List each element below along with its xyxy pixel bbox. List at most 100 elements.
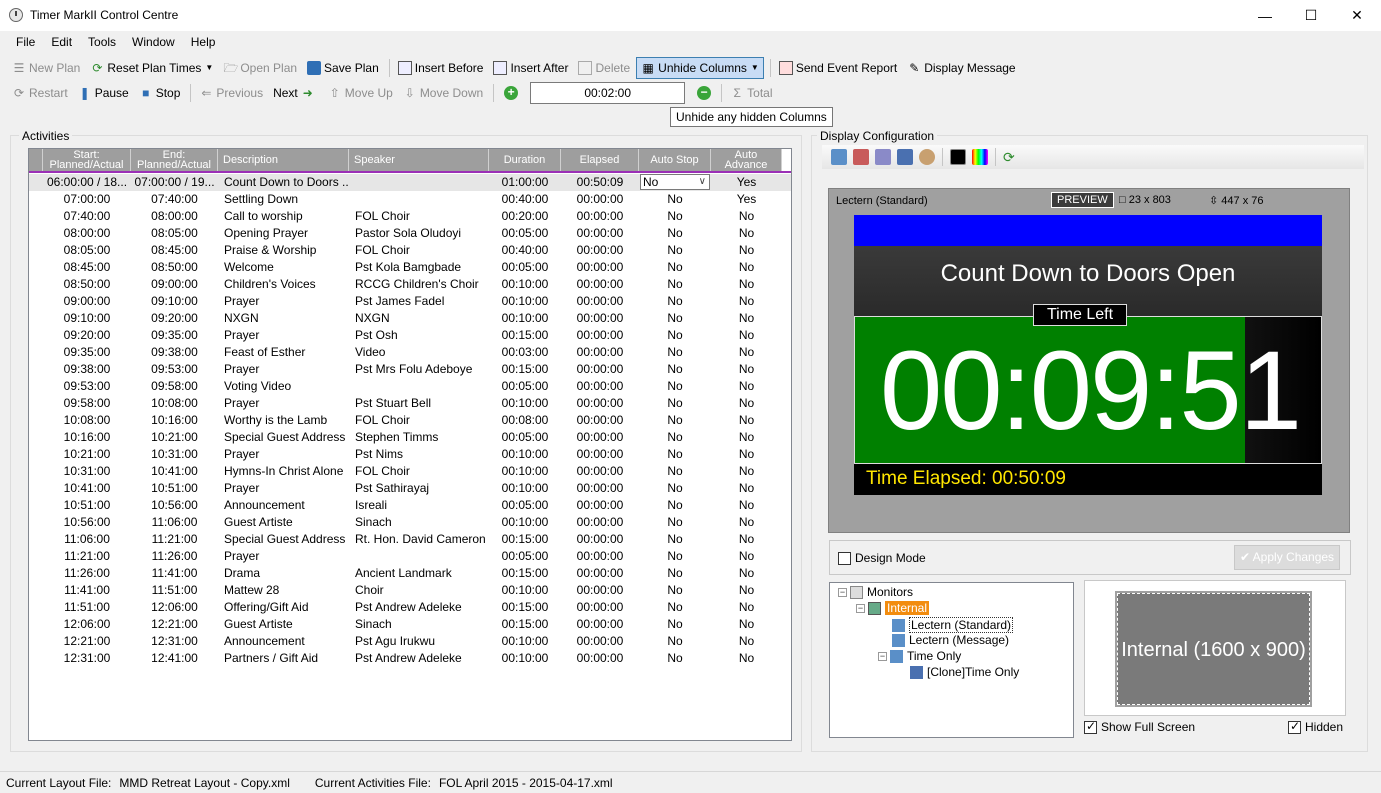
tree-node-monitors[interactable]: − Monitors <box>838 585 913 599</box>
table-row[interactable]: 09:35:00 09:38:00 Feast of Esther Video 00:0… <box>29 344 791 361</box>
cell-speaker[interactable]: Pst Mrs Folu Adeboye <box>349 361 489 378</box>
cell-description[interactable]: Partners / Gift Aid <box>218 650 349 667</box>
cell-duration[interactable]: 00:05:00 <box>489 548 561 565</box>
cell-description[interactable]: Prayer <box>218 480 349 497</box>
tree-node-internal[interactable]: − Internal <box>856 601 930 615</box>
cell-auto-stop[interactable]: No <box>639 548 711 565</box>
cell-duration[interactable]: 00:15:00 <box>489 616 561 633</box>
cell-end[interactable]: 08:00:00 <box>131 208 218 225</box>
time-input[interactable]: 00:02:00 <box>530 81 686 104</box>
cell-end[interactable]: 10:16:00 <box>131 412 218 429</box>
cell-description[interactable]: Welcome <box>218 259 349 276</box>
cell-start[interactable]: 06:00:00 / 18... <box>43 174 131 191</box>
display-message-button[interactable]: ✎ Display Message <box>903 57 1019 79</box>
cell-speaker[interactable]: Sinach <box>349 514 489 531</box>
cell-duration[interactable]: 01:00:00 <box>489 174 561 191</box>
move-up-button[interactable]: ⇧ Move Up <box>324 82 397 104</box>
cell-auto-advance[interactable]: No <box>711 412 782 429</box>
cell-description[interactable]: Special Guest Address <box>218 429 349 446</box>
cell-end[interactable]: 11:51:00 <box>131 582 218 599</box>
table-row[interactable]: 11:06:00 11:21:00 Special Guest Address Rt.… <box>29 531 791 548</box>
tree-node-time-only[interactable]: − Time Only <box>878 649 961 663</box>
tree-node-lectern-message[interactable]: Lectern (Message) <box>892 633 1009 647</box>
row-header[interactable] <box>29 378 43 395</box>
collapse-icon[interactable]: − <box>838 587 847 597</box>
cell-duration[interactable]: 00:10:00 <box>489 650 561 667</box>
cell-elapsed[interactable]: 00:00:00 <box>561 259 639 276</box>
cell-end[interactable]: 10:56:00 <box>131 497 218 514</box>
table-row[interactable]: 12:06:00 12:21:00 Guest Artiste Sinach 00:15… <box>29 616 791 633</box>
cell-end[interactable]: 09:35:00 <box>131 327 218 344</box>
cell-auto-advance[interactable]: No <box>711 497 782 514</box>
cell-auto-advance[interactable]: No <box>711 616 782 633</box>
cell-auto-stop[interactable]: No <box>639 191 711 208</box>
row-header[interactable] <box>29 259 43 276</box>
cell-auto-stop[interactable]: No <box>639 412 711 429</box>
cell-description[interactable]: Worthy is the Lamb <box>218 412 349 429</box>
cell-auto-advance[interactable]: No <box>711 446 782 463</box>
cell-elapsed[interactable]: 00:00:00 <box>561 327 639 344</box>
row-header[interactable] <box>29 582 43 599</box>
cell-duration[interactable]: 00:15:00 <box>489 599 561 616</box>
cell-auto-stop[interactable]: No <box>639 582 711 599</box>
cell-end[interactable]: 09:53:00 <box>131 361 218 378</box>
cell-duration[interactable]: 00:05:00 <box>489 378 561 395</box>
menu-window[interactable]: Window <box>124 33 183 53</box>
cell-elapsed[interactable]: 00:00:00 <box>561 395 639 412</box>
hidden-checkbox[interactable]: Hidden <box>1288 719 1343 735</box>
cell-start[interactable]: 08:05:00 <box>43 242 131 259</box>
cell-start[interactable]: 09:53:00 <box>43 378 131 395</box>
table-row[interactable]: 11:26:00 11:41:00 Drama Ancient Landmark 00:… <box>29 565 791 582</box>
monitor-box[interactable]: Internal (1600 x 900) <box>1115 591 1312 707</box>
row-header[interactable] <box>29 599 43 616</box>
cell-speaker[interactable]: Pst Stuart Bell <box>349 395 489 412</box>
menu-edit[interactable]: Edit <box>43 33 80 53</box>
cell-auto-stop[interactable]: No <box>639 327 711 344</box>
cell-speaker[interactable]: FOL Choir <box>349 412 489 429</box>
cell-speaker[interactable]: Rt. Hon. David Cameron <box>349 531 489 548</box>
cell-speaker[interactable] <box>349 548 489 565</box>
table-row[interactable]: 10:16:00 10:21:00 Special Guest Address Ste… <box>29 429 791 446</box>
cell-duration[interactable]: 00:15:00 <box>489 565 561 582</box>
cell-end[interactable]: 09:00:00 <box>131 276 218 293</box>
cell-duration[interactable]: 00:10:00 <box>489 395 561 412</box>
cell-description[interactable]: Voting Video <box>218 378 349 395</box>
cell-duration[interactable]: 00:05:00 <box>489 497 561 514</box>
activities-grid[interactable]: Start: Planned/Actual End: Planned/Actua… <box>28 148 792 741</box>
table-row[interactable]: 11:41:00 11:51:00 Mattew 28 Choir 00:10:00 00… <box>29 582 791 599</box>
row-header[interactable] <box>29 429 43 446</box>
unhide-columns-button[interactable]: ▦ Unhide Columns ▼ <box>636 56 764 79</box>
cell-auto-advance[interactable]: Yes <box>711 174 782 191</box>
cell-speaker[interactable]: Ancient Landmark <box>349 565 489 582</box>
cell-auto-stop[interactable]: No <box>639 446 711 463</box>
row-header[interactable] <box>29 463 43 480</box>
cell-auto-stop[interactable]: No <box>639 599 711 616</box>
row-header[interactable] <box>29 412 43 429</box>
row-header[interactable] <box>29 565 43 582</box>
cell-speaker[interactable] <box>349 191 489 208</box>
cell-end[interactable]: 10:31:00 <box>131 446 218 463</box>
cell-end[interactable]: 12:21:00 <box>131 616 218 633</box>
row-header[interactable] <box>29 531 43 548</box>
table-row[interactable]: 11:51:00 12:06:00 Offering/Gift Aid Pst And… <box>29 599 791 616</box>
cell-elapsed[interactable]: 00:50:09 <box>561 174 639 191</box>
cell-auto-advance[interactable]: No <box>711 225 782 242</box>
cell-description[interactable]: Guest Artiste <box>218 616 349 633</box>
cell-elapsed[interactable]: 00:00:00 <box>561 412 639 429</box>
cell-auto-advance[interactable]: No <box>711 276 782 293</box>
cell-auto-advance[interactable]: Yes <box>711 191 782 208</box>
cell-end[interactable]: 09:10:00 <box>131 293 218 310</box>
row-header[interactable] <box>29 293 43 310</box>
cell-description[interactable]: Announcement <box>218 633 349 650</box>
cell-elapsed[interactable]: 00:00:00 <box>561 242 639 259</box>
total-button[interactable]: Σ Total <box>726 82 776 104</box>
row-header[interactable] <box>29 225 43 242</box>
table-row[interactable]: 08:50:00 09:00:00 Children's Voices RCCG Ch… <box>29 276 791 293</box>
cell-description[interactable]: Prayer <box>218 361 349 378</box>
cell-description[interactable]: Mattew 28 <box>218 582 349 599</box>
cell-end[interactable]: 09:20:00 <box>131 310 218 327</box>
table-row[interactable]: 08:45:00 08:50:00 Welcome Pst Kola Bamgbade… <box>29 259 791 276</box>
delete-button[interactable]: Delete <box>574 57 634 79</box>
show-full-screen-check[interactable] <box>1084 719 1097 735</box>
black-background-icon[interactable] <box>950 149 966 165</box>
